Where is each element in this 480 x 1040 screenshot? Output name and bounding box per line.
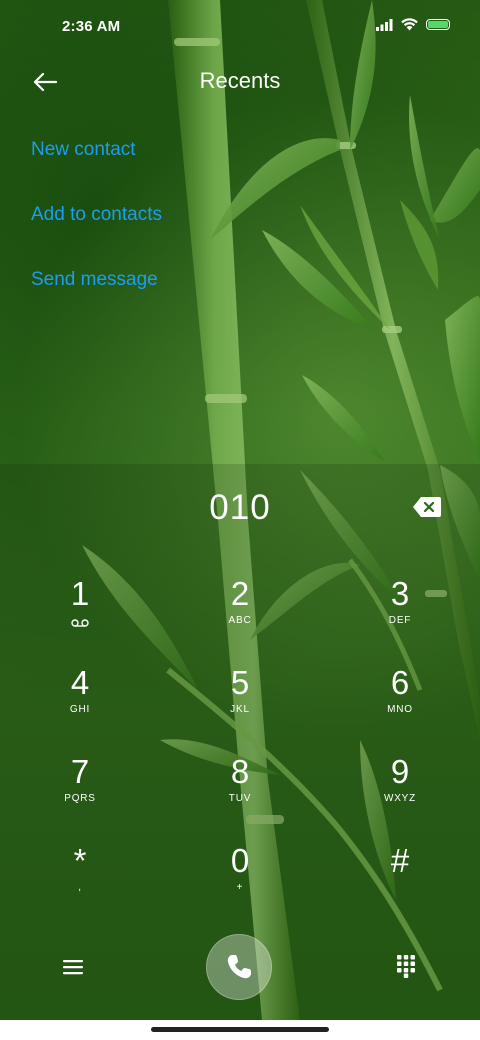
page-title: Recents [199,68,281,93]
wifi-icon [401,18,418,31]
key-digit: 8 [230,753,250,790]
key-digit: 3 [390,575,410,612]
keypad-toggle-button[interactable] [392,952,420,980]
key-letters: WXYZ [383,793,417,804]
system-nav-bar [0,1020,480,1040]
menu-button[interactable] [58,954,88,980]
key-4[interactable]: 4 GHI [25,663,135,747]
key-digit: # [390,842,410,879]
send-message-link[interactable]: Send message [31,268,162,333]
dialed-number: 010 [209,488,271,527]
backspace-button[interactable] [412,496,442,518]
key-letters: PQRS [64,793,96,804]
key-9[interactable]: 9 WXYZ [345,752,455,836]
key-letters: MNO [387,704,413,715]
header: Recents [0,56,480,108]
key-letters: GHI [69,704,91,715]
add-to-contacts-link[interactable]: Add to contacts [31,203,162,268]
key-3[interactable]: 3 DEF [345,574,455,658]
key-digit: 5 [230,664,250,701]
backspace-icon [413,497,441,517]
call-button[interactable] [206,934,272,1000]
battery-icon [426,19,450,30]
key-letters: TUV [228,793,252,804]
new-contact-link[interactable]: New contact [31,138,162,203]
status-time: 2:36 AM [62,18,121,35]
status-icons [376,18,450,31]
key-1[interactable]: 1 [25,574,135,658]
home-indicator[interactable] [151,1027,329,1032]
key-letters: + [236,882,244,893]
key-digit: 4 [70,664,90,701]
key-digit: 9 [390,753,410,790]
battery-level [428,21,448,28]
key-letters: ABC [228,615,252,626]
number-actions: New contact Add to contacts Send message [31,138,162,333]
status-bar: 2:36 AM [0,0,480,56]
voicemail-icon [71,619,89,627]
key-digit: 0 [230,842,250,879]
key-8[interactable]: 8 TUV [185,752,295,836]
key-star[interactable]: * , [25,841,135,925]
menu-icon [63,960,83,975]
key-digit: * [73,842,87,879]
key-digit: 7 [70,753,90,790]
key-digit: 6 [390,664,410,701]
key-5[interactable]: 5 JKL [185,663,295,747]
key-letters: JKL [230,704,250,715]
key-0[interactable]: 0 + [185,841,295,925]
key-6[interactable]: 6 MNO [345,663,455,747]
phone-icon [227,955,251,979]
key-7[interactable]: 7 PQRS [25,752,135,836]
key-digit: 2 [230,575,250,612]
key-2[interactable]: 2 ABC [185,574,295,658]
key-hash[interactable]: # [345,841,455,925]
signal-icon [376,18,393,31]
key-letters: , [78,882,82,893]
dialpad-icon [397,955,415,978]
dialer-bottom-bar [0,934,480,1004]
key-letters: DEF [388,615,412,626]
key-digit: 1 [70,575,90,612]
